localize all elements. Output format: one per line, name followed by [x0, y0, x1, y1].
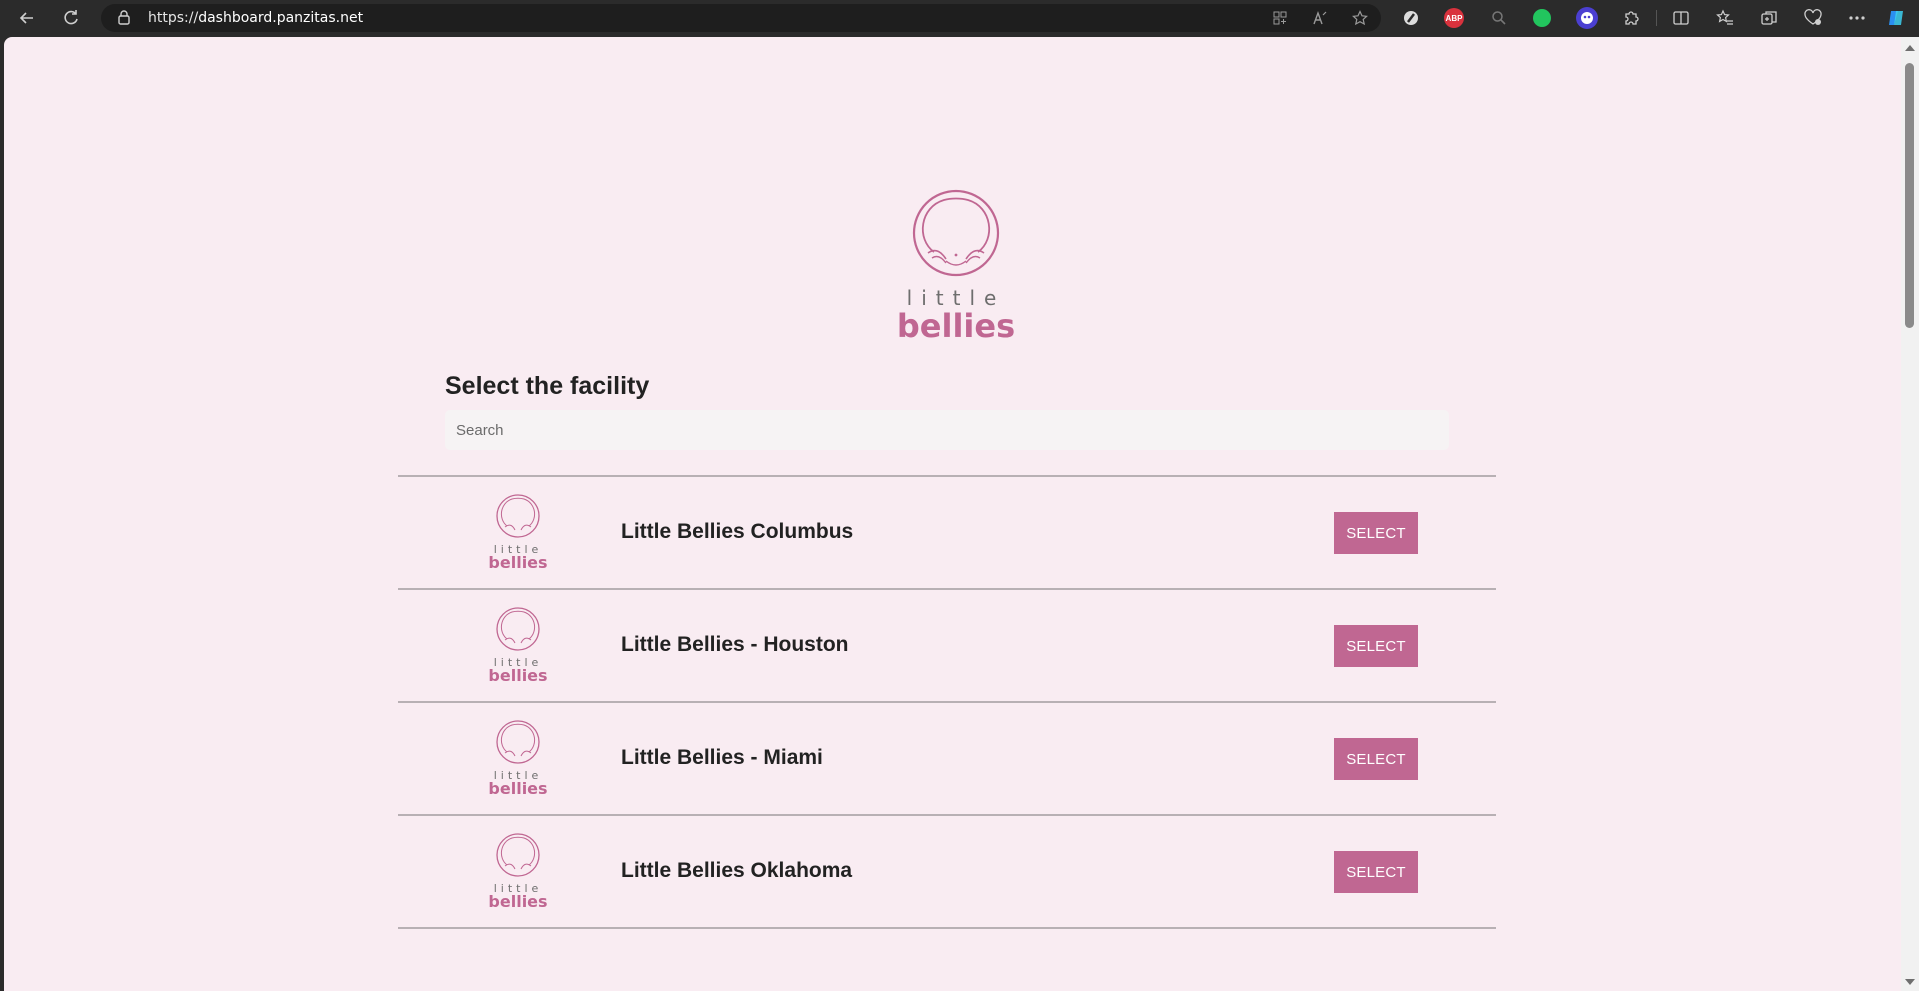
url-scheme: https://: [148, 10, 199, 26]
collections-icon[interactable]: [1758, 7, 1780, 29]
scroll-up-icon[interactable]: [1905, 45, 1915, 51]
logo-bottom-text: bellies: [897, 307, 1015, 344]
favorites-icon[interactable]: [1714, 7, 1736, 29]
url-text[interactable]: https://dashboard.panzitas.net: [148, 10, 363, 26]
facility-logo-bottom: bellies: [488, 666, 547, 685]
browser-essentials-icon[interactable]: [1802, 7, 1824, 29]
facility-logo: little bellies: [488, 607, 548, 685]
back-icon[interactable]: [12, 4, 42, 32]
extension-icon[interactable]: [1400, 7, 1422, 29]
extensions-puzzle-icon[interactable]: [1620, 7, 1642, 29]
page-scrollbar[interactable]: [1901, 37, 1919, 991]
select-button[interactable]: SELECT: [1334, 625, 1418, 667]
read-aloud-icon[interactable]: [1309, 8, 1331, 28]
facility-logo: little bellies: [488, 833, 548, 911]
page-viewport: little bellies Select the facility littl…: [4, 37, 1901, 991]
ghost-extension-icon[interactable]: [1576, 7, 1598, 29]
address-bar[interactable]: https://dashboard.panzitas.net: [101, 4, 1381, 32]
copilot-icon[interactable]: [1885, 7, 1907, 29]
green-extension-icon[interactable]: [1533, 9, 1551, 27]
lock-icon[interactable]: [117, 9, 131, 30]
facility-name: Little Bellies Oklahoma: [621, 859, 853, 882]
facility-name: Little Bellies Columbus: [621, 520, 854, 543]
select-button[interactable]: SELECT: [1334, 512, 1418, 554]
facility-logo-bottom: bellies: [488, 892, 547, 911]
facility-row: little bellies Little Bellies Oklahoma S…: [398, 814, 1496, 929]
url-host: dashboard.panzitas.net: [198, 10, 364, 26]
refresh-icon[interactable]: [56, 4, 86, 32]
app-available-icon[interactable]: [1269, 8, 1291, 28]
scroll-down-icon[interactable]: [1905, 979, 1915, 985]
adblock-plus-icon[interactable]: ABP: [1444, 8, 1464, 28]
facility-name: Little Bellies - Miami: [621, 746, 823, 769]
select-button[interactable]: SELECT: [1334, 851, 1418, 893]
little-bellies-logo: little bellies: [897, 189, 1015, 344]
facility-list: little bellies Little Bellies Columbus S…: [398, 475, 1496, 929]
facility-row: little bellies Little Bellies Columbus S…: [398, 475, 1496, 588]
toolbar-divider: [1656, 10, 1657, 26]
facility-row: little bellies Little Bellies - Houston …: [398, 588, 1496, 701]
facility-logo: little bellies: [488, 494, 548, 572]
search-input[interactable]: [445, 410, 1449, 450]
zoom-icon[interactable]: [1488, 7, 1510, 29]
more-menu-icon[interactable]: [1846, 7, 1868, 29]
browser-toolbar: https://dashboard.panzitas.net ABP: [0, 0, 1919, 37]
facility-logo-bottom: bellies: [488, 553, 547, 572]
split-screen-icon[interactable]: [1670, 7, 1692, 29]
scrollbar-thumb[interactable]: [1905, 63, 1914, 328]
select-button[interactable]: SELECT: [1334, 738, 1418, 780]
adblock-label: ABP: [1445, 13, 1463, 23]
page-title: Select the facility: [445, 372, 650, 400]
facility-logo: little bellies: [488, 720, 548, 798]
facility-logo-bottom: bellies: [488, 779, 547, 798]
favorite-star-icon[interactable]: [1349, 8, 1371, 28]
facility-row: little bellies Little Bellies - Miami SE…: [398, 701, 1496, 814]
facility-name: Little Bellies - Houston: [621, 633, 849, 656]
